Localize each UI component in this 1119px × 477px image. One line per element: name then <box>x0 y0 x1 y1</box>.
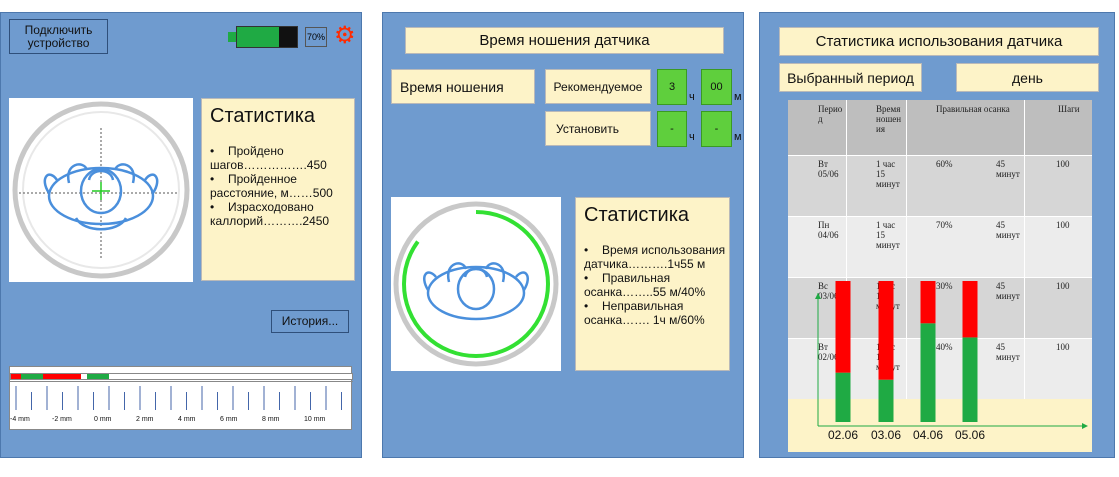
stat-text: Пройдено шагов…………….450 <box>210 144 327 172</box>
stat-item: • Пройдено шагов…………….450 <box>210 144 354 172</box>
ruler-label: 2 mm <box>136 416 154 423</box>
hours-unit: ч <box>689 91 695 103</box>
bar-good <box>962 337 978 422</box>
battery-fill <box>237 27 279 47</box>
ruler-label: -2 mm <box>52 416 72 423</box>
recommended-minutes[interactable]: 00 <box>701 69 732 105</box>
bar-bad <box>878 281 894 380</box>
x-tick-label: 02.06 <box>828 428 858 442</box>
stat-text: Неправильная осанка……. 1ч м/60% <box>584 299 705 327</box>
posture-bar-chart: 02.06 03.06 04.06 05.06 <box>815 281 1088 442</box>
stat-item: • Правильная осанка……..55 м/40% <box>584 271 729 299</box>
y-axis-arrow-icon <box>815 293 821 299</box>
bar-good <box>920 323 936 422</box>
settings-gear-icon[interactable]: ⚙ <box>334 24 356 48</box>
ruler-label: 10 mm <box>304 416 326 423</box>
hours-unit-2: ч <box>689 131 695 143</box>
bullet-icon: • <box>210 200 215 214</box>
stat-text: Израсходовано каллорий……….2450 <box>210 200 330 228</box>
set-hours[interactable]: - <box>657 111 687 147</box>
bullet-icon: • <box>584 271 589 285</box>
wear-time-panel: Время ношения датчика Время ношения Реко… <box>382 12 744 458</box>
bar-bad <box>835 281 851 373</box>
ruler-label: 0 mm <box>94 416 112 423</box>
bar-good <box>835 372 851 422</box>
stat-item: • Неправильная осанка……. 1ч м/60% <box>584 299 729 327</box>
bar-good <box>878 379 894 422</box>
history-button[interactable]: История... <box>271 310 349 333</box>
bar-bad <box>962 281 978 338</box>
stat-text: Пройденное расстояние, м……500 <box>210 172 333 200</box>
usage-statistics-panel: Статистика использования датчика Выбранн… <box>759 12 1115 458</box>
stat-text: Время использования датчика……….1ч55 м <box>584 243 726 271</box>
device-panel: Подключить устройство 70% ⚙ Статистика •… <box>0 12 362 458</box>
bullet-icon: • <box>210 172 215 186</box>
wear-time-label: Время ношения <box>391 69 535 104</box>
x-tick-label: 03.06 <box>871 428 901 442</box>
stat-item: • Пройденное расстояние, м……500 <box>210 172 354 200</box>
minutes-unit: м <box>734 91 742 103</box>
ruler: -4 mm -2 mm 0 mm 2 mm 4 mm 6 mm 8 mm 10 mm <box>9 366 353 430</box>
statistics-list: • Пройдено шагов…………….450 • Пройденное расс… <box>210 144 354 228</box>
recommended-hours[interactable]: 3 <box>657 69 687 105</box>
stat-text: Правильная осанка……..55 м/40% <box>584 271 706 299</box>
wear-progress-image <box>391 197 561 371</box>
connect-device-button[interactable]: Подключить устройство <box>9 19 108 54</box>
minutes-unit-2: м <box>734 131 742 143</box>
stat-item: • Время использования датчика……….1ч55 м <box>584 243 729 271</box>
bullet-icon: • <box>210 144 215 158</box>
bullet-icon: • <box>584 243 589 257</box>
battery-indicator <box>228 26 299 48</box>
ruler-label: -4 mm <box>10 416 30 423</box>
ruler-label: 4 mm <box>178 416 196 423</box>
x-tick-label: 04.06 <box>913 428 943 442</box>
bullet-icon: • <box>584 299 589 313</box>
statistics-title: Статистика <box>210 105 316 127</box>
ruler-track <box>10 373 353 380</box>
wear-statistics-card: Статистика • Время использования датчика…… <box>575 197 730 371</box>
wear-time-title: Время ношения датчика <box>405 27 724 54</box>
wear-statistics-title: Статистика <box>584 204 690 226</box>
ruler-label: 8 mm <box>262 416 280 423</box>
bar-bad <box>920 281 936 324</box>
x-tick-label: 05.06 <box>955 428 985 442</box>
set-label: Установить <box>545 111 651 146</box>
x-axis-arrow-icon <box>1082 423 1088 429</box>
stat-item: • Израсходовано каллорий……….2450 <box>210 200 354 228</box>
battery-percent: 70% <box>305 27 327 47</box>
statistics-card: Статистика • Пройдено шагов…………….450 • Прой… <box>201 98 355 281</box>
wear-statistics-list: • Время использования датчика……….1ч55 м • П… <box>584 243 729 327</box>
recommended-label: Рекомендуемое <box>545 69 651 104</box>
ruler-label: 6 mm <box>220 416 238 423</box>
set-minutes[interactable]: - <box>701 111 732 147</box>
posture-image <box>9 98 193 282</box>
